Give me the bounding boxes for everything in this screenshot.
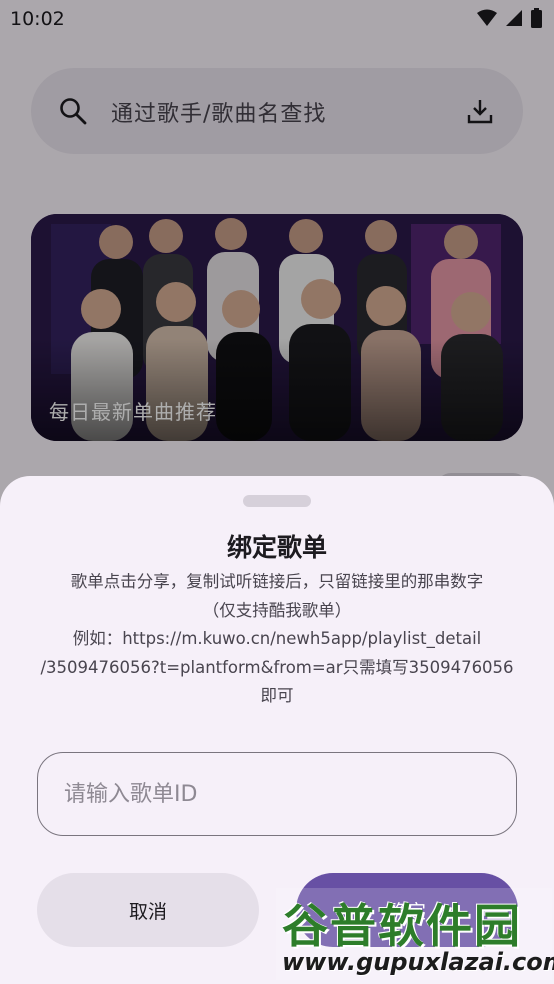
description-line: 即可 xyxy=(260,686,294,705)
site-watermark: 谷普软件园 www.gupuxlazai.com xyxy=(276,888,554,980)
sheet-description: 歌单点击分享，复制试听链接后，只留链接里的那串数字 （仅支持酷我歌单） 例如：h… xyxy=(30,568,524,711)
watermark-title: 谷普软件园 xyxy=(282,899,522,953)
watermark-url: www.gupuxlazai.com xyxy=(282,948,554,976)
description-line: 例如：https://m.kuwo.cn/newh5app/playlist_d… xyxy=(72,629,482,648)
description-line: /3509476056?t=plantform&from=ar只需填写35094… xyxy=(40,657,514,677)
sheet-title: 绑定歌单 xyxy=(226,533,327,562)
cancel-button[interactable]: 取消 xyxy=(37,873,259,947)
playlist-id-input[interactable] xyxy=(37,752,517,836)
sheet-drag-handle[interactable] xyxy=(243,495,311,507)
app-screen: 10:02 通过歌手/歌曲名查找 每日最新单曲推荐 绑定歌单 歌单点击分享，复制… xyxy=(0,0,554,984)
description-line: （仅支持酷我歌单） xyxy=(202,600,352,620)
description-line: 歌单点击分享，复制试听链接后，只留链接里的那串数字 xyxy=(70,572,484,591)
